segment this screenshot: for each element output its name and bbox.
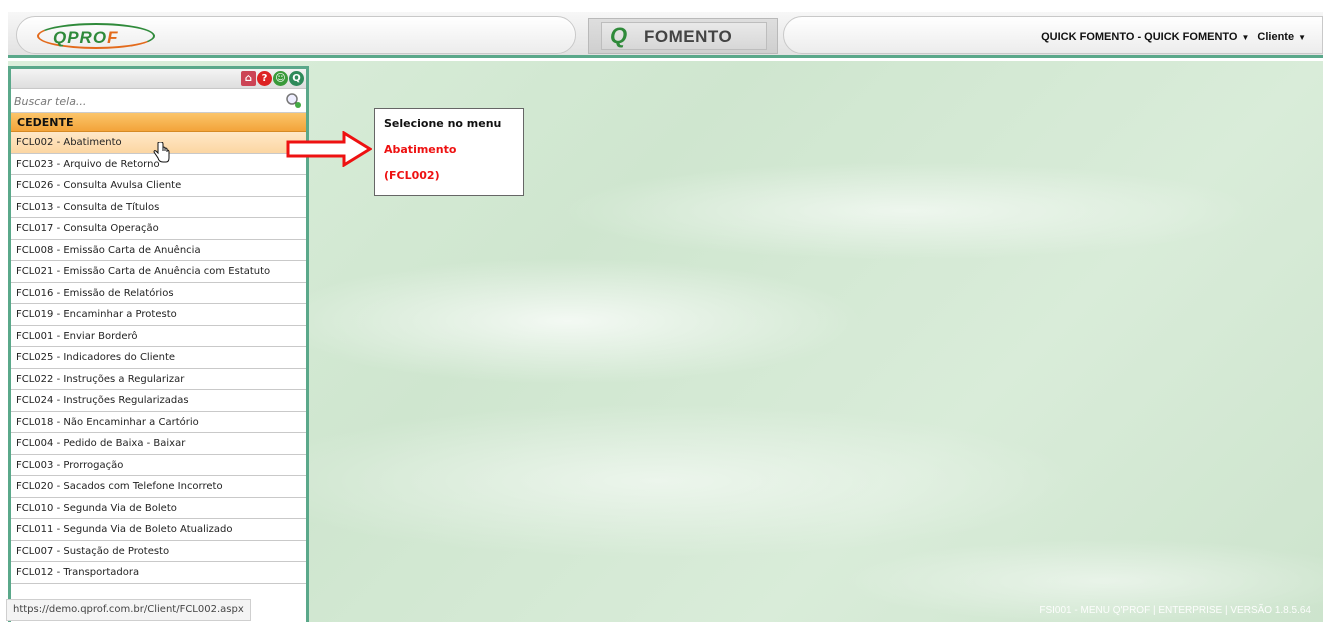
menu-item[interactable]: FCL004 - Pedido de Baixa - Baixar	[11, 433, 306, 455]
menu-item[interactable]: FCL021 - Emissão Carta de Anuência com E…	[11, 261, 306, 283]
hand-cursor-icon	[153, 142, 170, 163]
app-header: QPROF Q FOMENTO QUICK FOMENTO - QUICK FO…	[8, 12, 1323, 58]
help-icon[interactable]: ?	[257, 71, 272, 86]
module-name: FOMENTO	[644, 27, 733, 46]
menu-item[interactable]: FCL024 - Instruções Regularizadas	[11, 390, 306, 412]
menu-item[interactable]: FCL012 - Transportadora	[11, 562, 306, 584]
search-row	[11, 89, 306, 113]
search-icon[interactable]	[285, 92, 302, 109]
menu-item[interactable]: FCL008 - Emissão Carta de Anuência	[11, 240, 306, 261]
search-input[interactable]	[14, 92, 274, 110]
menu-item[interactable]: FCL019 - Encaminhar a Protesto	[11, 304, 306, 326]
menu-item[interactable]: FCL025 - Indicadores do Cliente	[11, 347, 306, 369]
role-dropdown[interactable]: Cliente ▼	[1257, 31, 1314, 43]
menu-item[interactable]: FCL010 - Segunda Via de Boleto	[11, 498, 306, 519]
menu-item[interactable]: FCL013 - Consulta de Títulos	[11, 197, 306, 218]
menu-item[interactable]: FCL020 - Sacados com Telefone Incorreto	[11, 476, 306, 498]
module-logo-icon: Q	[610, 23, 628, 48]
status-url: https://demo.qprof.com.br/Client/FCL002.…	[6, 599, 251, 621]
callout-line-2: Abatimento	[384, 143, 457, 156]
user-area-bar: QUICK FOMENTO - QUICK FOMENTO ▼ Cliente ▼	[783, 16, 1323, 54]
menu-item[interactable]: FCL003 - Prorrogação	[11, 455, 306, 476]
menu-item[interactable]: FCL022 - Instruções a Regularizar	[11, 369, 306, 390]
menu-item[interactable]: FCL016 - Emissão de Relatórios	[11, 283, 306, 304]
menu-item[interactable]: FCL011 - Segunda Via de Boleto Atualizad…	[11, 519, 306, 541]
module-selector[interactable]: Q FOMENTO	[588, 18, 778, 54]
menu-list: FCL002 - Abatimento FCL023 - Arquivo de R…	[11, 132, 306, 584]
menu-item[interactable]: FCL001 - Enviar Borderô	[11, 326, 306, 347]
logout-icon[interactable]: Q	[289, 71, 304, 86]
chevron-down-icon: ▼	[1241, 33, 1250, 42]
users-icon[interactable]: ☺	[273, 71, 288, 86]
qprof-logo[interactable]: QPROF	[37, 23, 155, 49]
menu-item[interactable]: FCL026 - Consulta Avulsa Cliente	[11, 175, 306, 197]
chevron-down-icon: ▼	[1298, 33, 1306, 42]
callout-line-1: Selecione no menu	[384, 117, 502, 130]
home-icon[interactable]: ⌂	[241, 71, 256, 86]
sidebar-toolbar: ⌂ ? ☺ Q	[11, 69, 306, 89]
section-cedente[interactable]: CEDENTE	[11, 113, 306, 132]
version-footer: FSI001 - MENU Q'PROF | ENTERPRISE | VERS…	[1039, 605, 1311, 616]
logo-area: QPROF	[16, 16, 576, 54]
company-dropdown[interactable]: QUICK FOMENTO - QUICK FOMENTO ▼	[1041, 31, 1257, 43]
callout-line-3: (FCL002)	[384, 169, 440, 182]
menu-item[interactable]: FCL018 - Não Encaminhar a Cartório	[11, 412, 306, 433]
menu-item[interactable]: FCL017 - Consulta Operação	[11, 218, 306, 240]
instruction-callout: Selecione no menu Abatimento (FCL002)	[374, 108, 524, 196]
menu-item[interactable]: FCL007 - Sustação de Protesto	[11, 541, 306, 562]
pointer-arrow-icon	[286, 131, 372, 167]
